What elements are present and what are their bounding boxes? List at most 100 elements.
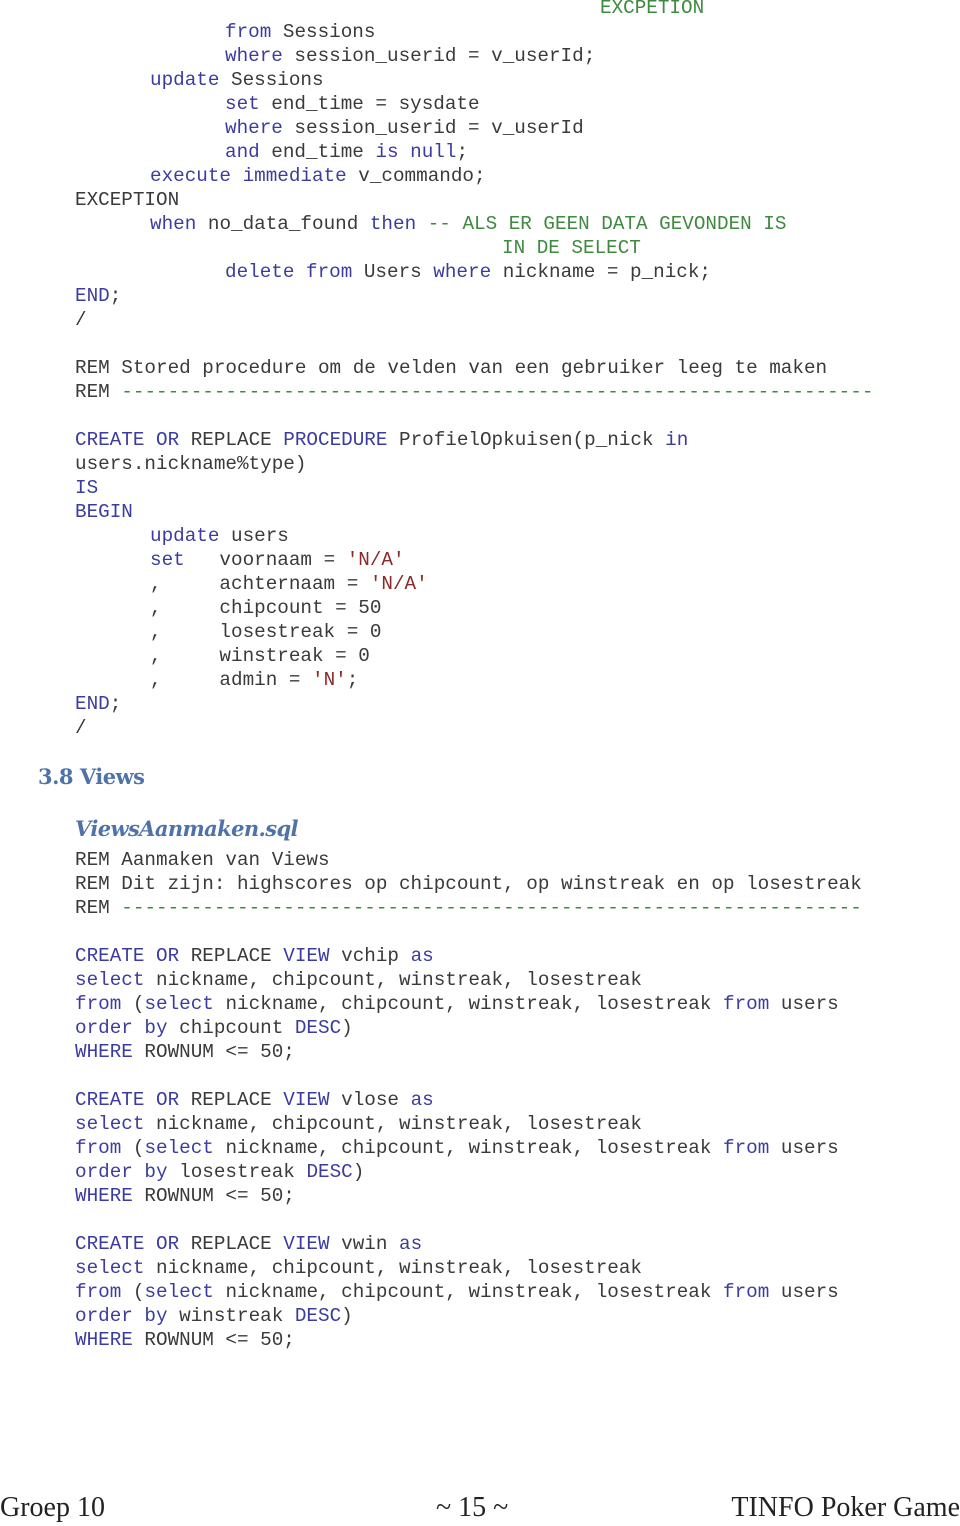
string-token: 'N/A' (346, 549, 405, 571)
code-line: from (select nickname, chipcount, winstr… (75, 1136, 839, 1160)
code-line: select nickname, chipcount, winstreak, l… (75, 1112, 642, 1136)
keyword-token: select (144, 993, 214, 1015)
text-token: nickname, chipcount, winstreak, losestre… (213, 1281, 723, 1303)
text-token: REM Aanmaken van Views (75, 849, 330, 871)
code-line: set voornaam = 'N/A' (150, 548, 405, 572)
text-token: Sessions (271, 21, 376, 43)
code-line: when no_data_found then -- ALS ER GEEN D… (150, 212, 786, 236)
keyword-token: where (225, 117, 283, 139)
comment-token: IN DE SELECT (502, 237, 641, 259)
keyword-token: DESC (294, 1017, 342, 1039)
keyword-token: VIEW (283, 1233, 330, 1255)
code-line: select nickname, chipcount, winstreak, l… (75, 968, 642, 992)
keyword-token: WHERE (75, 1041, 133, 1063)
keyword-token: WHERE (75, 1329, 133, 1351)
text-token: end_time = sysdate (259, 93, 480, 115)
keyword-token: is null (375, 141, 457, 163)
text-token: ; (109, 285, 122, 307)
text-token: Users (352, 261, 434, 283)
text-token: session_userid = v_userId (282, 117, 584, 139)
code-line: BEGIN (75, 500, 133, 524)
keyword-token: where (225, 45, 283, 67)
file-heading: ViewsAanmaken.sql (75, 816, 299, 841)
keyword-token: DESC (294, 1305, 342, 1327)
text-token: ROWNUM <= 50; (132, 1329, 295, 1351)
code-line: REM Stored procedure om de velden van ee… (75, 356, 827, 380)
text-token: ; (346, 669, 359, 691)
code-line: END; (75, 692, 121, 716)
text-token: ) (341, 1305, 353, 1327)
code-line: select nickname, chipcount, winstreak, l… (75, 1256, 642, 1280)
code-line: order by winstreak DESC) (75, 1304, 353, 1328)
keyword-token: CREATE OR (75, 429, 180, 451)
code-line: WHERE ROWNUM <= 50; (75, 1184, 295, 1208)
footer-page-number: ~ 15 ~ (436, 1492, 509, 1523)
text-token: Sessions (219, 69, 324, 91)
text-token: users (769, 1281, 839, 1303)
keyword-token: in (665, 429, 689, 451)
text-token: nickname = p_nick; (491, 261, 711, 283)
keyword-token: from (75, 1281, 122, 1303)
text-token: nickname, chipcount, winstreak, losestre… (213, 993, 723, 1015)
text-token: , winstreak = 0 (150, 645, 370, 667)
keyword-token: from (225, 21, 272, 43)
text-token: end_time (259, 141, 376, 163)
keyword-token: CREATE OR (75, 1233, 180, 1255)
code-line: REM Aanmaken van Views (75, 848, 330, 872)
code-line: , winstreak = 0 (150, 644, 370, 668)
code-line: where session_userid = v_userId (225, 116, 584, 140)
text-token: users (769, 1137, 839, 1159)
keyword-token: then (369, 213, 417, 235)
keyword-token: set (150, 549, 185, 571)
code-line: IN DE SELECT (502, 236, 641, 260)
text-token: ( (121, 1281, 145, 1303)
text-token: , losestreak = 0 (150, 621, 382, 643)
text-token: ( (121, 1137, 145, 1159)
code-line: where session_userid = v_userId; (225, 44, 595, 68)
keyword-token: select (144, 1137, 214, 1159)
text-token: no_data_found (196, 213, 370, 235)
code-line: IS (75, 476, 98, 500)
keyword-token: from (75, 993, 122, 1015)
code-line: order by chipcount DESC) (75, 1016, 353, 1040)
text-token: REM Dit zijn: highscores op chipcount, o… (75, 873, 862, 895)
text-token: vlose (329, 1089, 411, 1111)
text-token: / (75, 717, 87, 739)
keyword-token: select (75, 1113, 145, 1135)
keyword-token: where (433, 261, 492, 283)
keyword-token: from (723, 993, 770, 1015)
code-line: / (75, 716, 87, 740)
keyword-token: DESC (306, 1161, 353, 1183)
keyword-token: IS (75, 477, 99, 499)
text-token: nickname, chipcount, winstreak, losestre… (144, 1257, 642, 1279)
text-token: ProfielOpkuisen(p_nick (387, 429, 666, 451)
code-line: update Sessions (150, 68, 324, 92)
text-token: ) (341, 1017, 353, 1039)
code-line: , achternaam = 'N/A' (150, 572, 428, 596)
text-token: REPLACE (179, 1089, 284, 1111)
keyword-token: delete from (225, 261, 353, 283)
keyword-token: set (225, 93, 260, 115)
keyword-token: order by (75, 1161, 168, 1183)
text-token: voornaam = (184, 549, 347, 571)
text-token: vwin (329, 1233, 400, 1255)
keyword-token: execute immediate (150, 165, 347, 187)
code-line: EXCPETION (600, 0, 704, 20)
text-token: EXCEPTION (75, 189, 180, 211)
text-token: ROWNUM <= 50; (132, 1041, 295, 1063)
text-token: REPLACE (179, 945, 284, 967)
keyword-token: VIEW (283, 1089, 330, 1111)
keyword-token: as (410, 1089, 434, 1111)
keyword-token: select (75, 1257, 145, 1279)
text-token: REM (75, 381, 122, 403)
code-line: REM ------------------------------------… (75, 380, 873, 404)
text-token: winstreak (167, 1305, 295, 1327)
code-line: from Sessions (225, 20, 375, 44)
text-token: REPLACE (179, 429, 284, 451)
section-heading: 3.8 Views (38, 764, 145, 789)
keyword-token: select (75, 969, 145, 991)
keyword-token: END (75, 285, 110, 307)
code-line: update users (150, 524, 289, 548)
code-line: REM Dit zijn: highscores op chipcount, o… (75, 872, 862, 896)
text-token: chipcount (167, 1017, 295, 1039)
